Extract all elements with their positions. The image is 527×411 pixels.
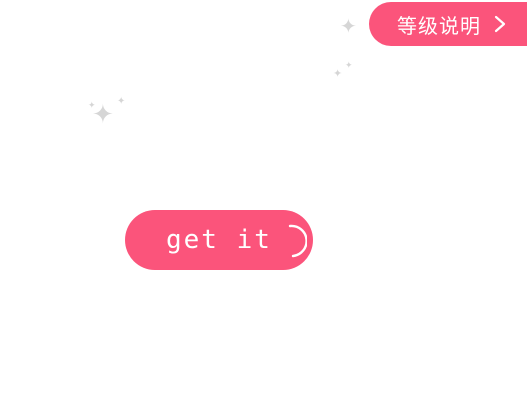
sparkle-icon: ✦	[333, 67, 343, 80]
sparkle-icon: ✦	[88, 101, 96, 111]
sparkle-icon: ✦	[345, 61, 353, 71]
shine-icon	[288, 224, 307, 258]
level-description-label: 等级说明	[397, 13, 481, 38]
level-description-button[interactable]: 等级说明	[369, 2, 527, 46]
get-it-label: get it	[166, 225, 272, 255]
sparkle-icon: ✦	[117, 96, 126, 107]
sparkle-icon: ✦	[340, 14, 357, 38]
chevron-right-icon	[494, 15, 506, 33]
popup-canvas: ✦ ✦ ✦ ✦ ✦ ✦ 等级说明 get it	[0, 0, 527, 411]
get-it-button[interactable]: get it	[125, 210, 313, 270]
